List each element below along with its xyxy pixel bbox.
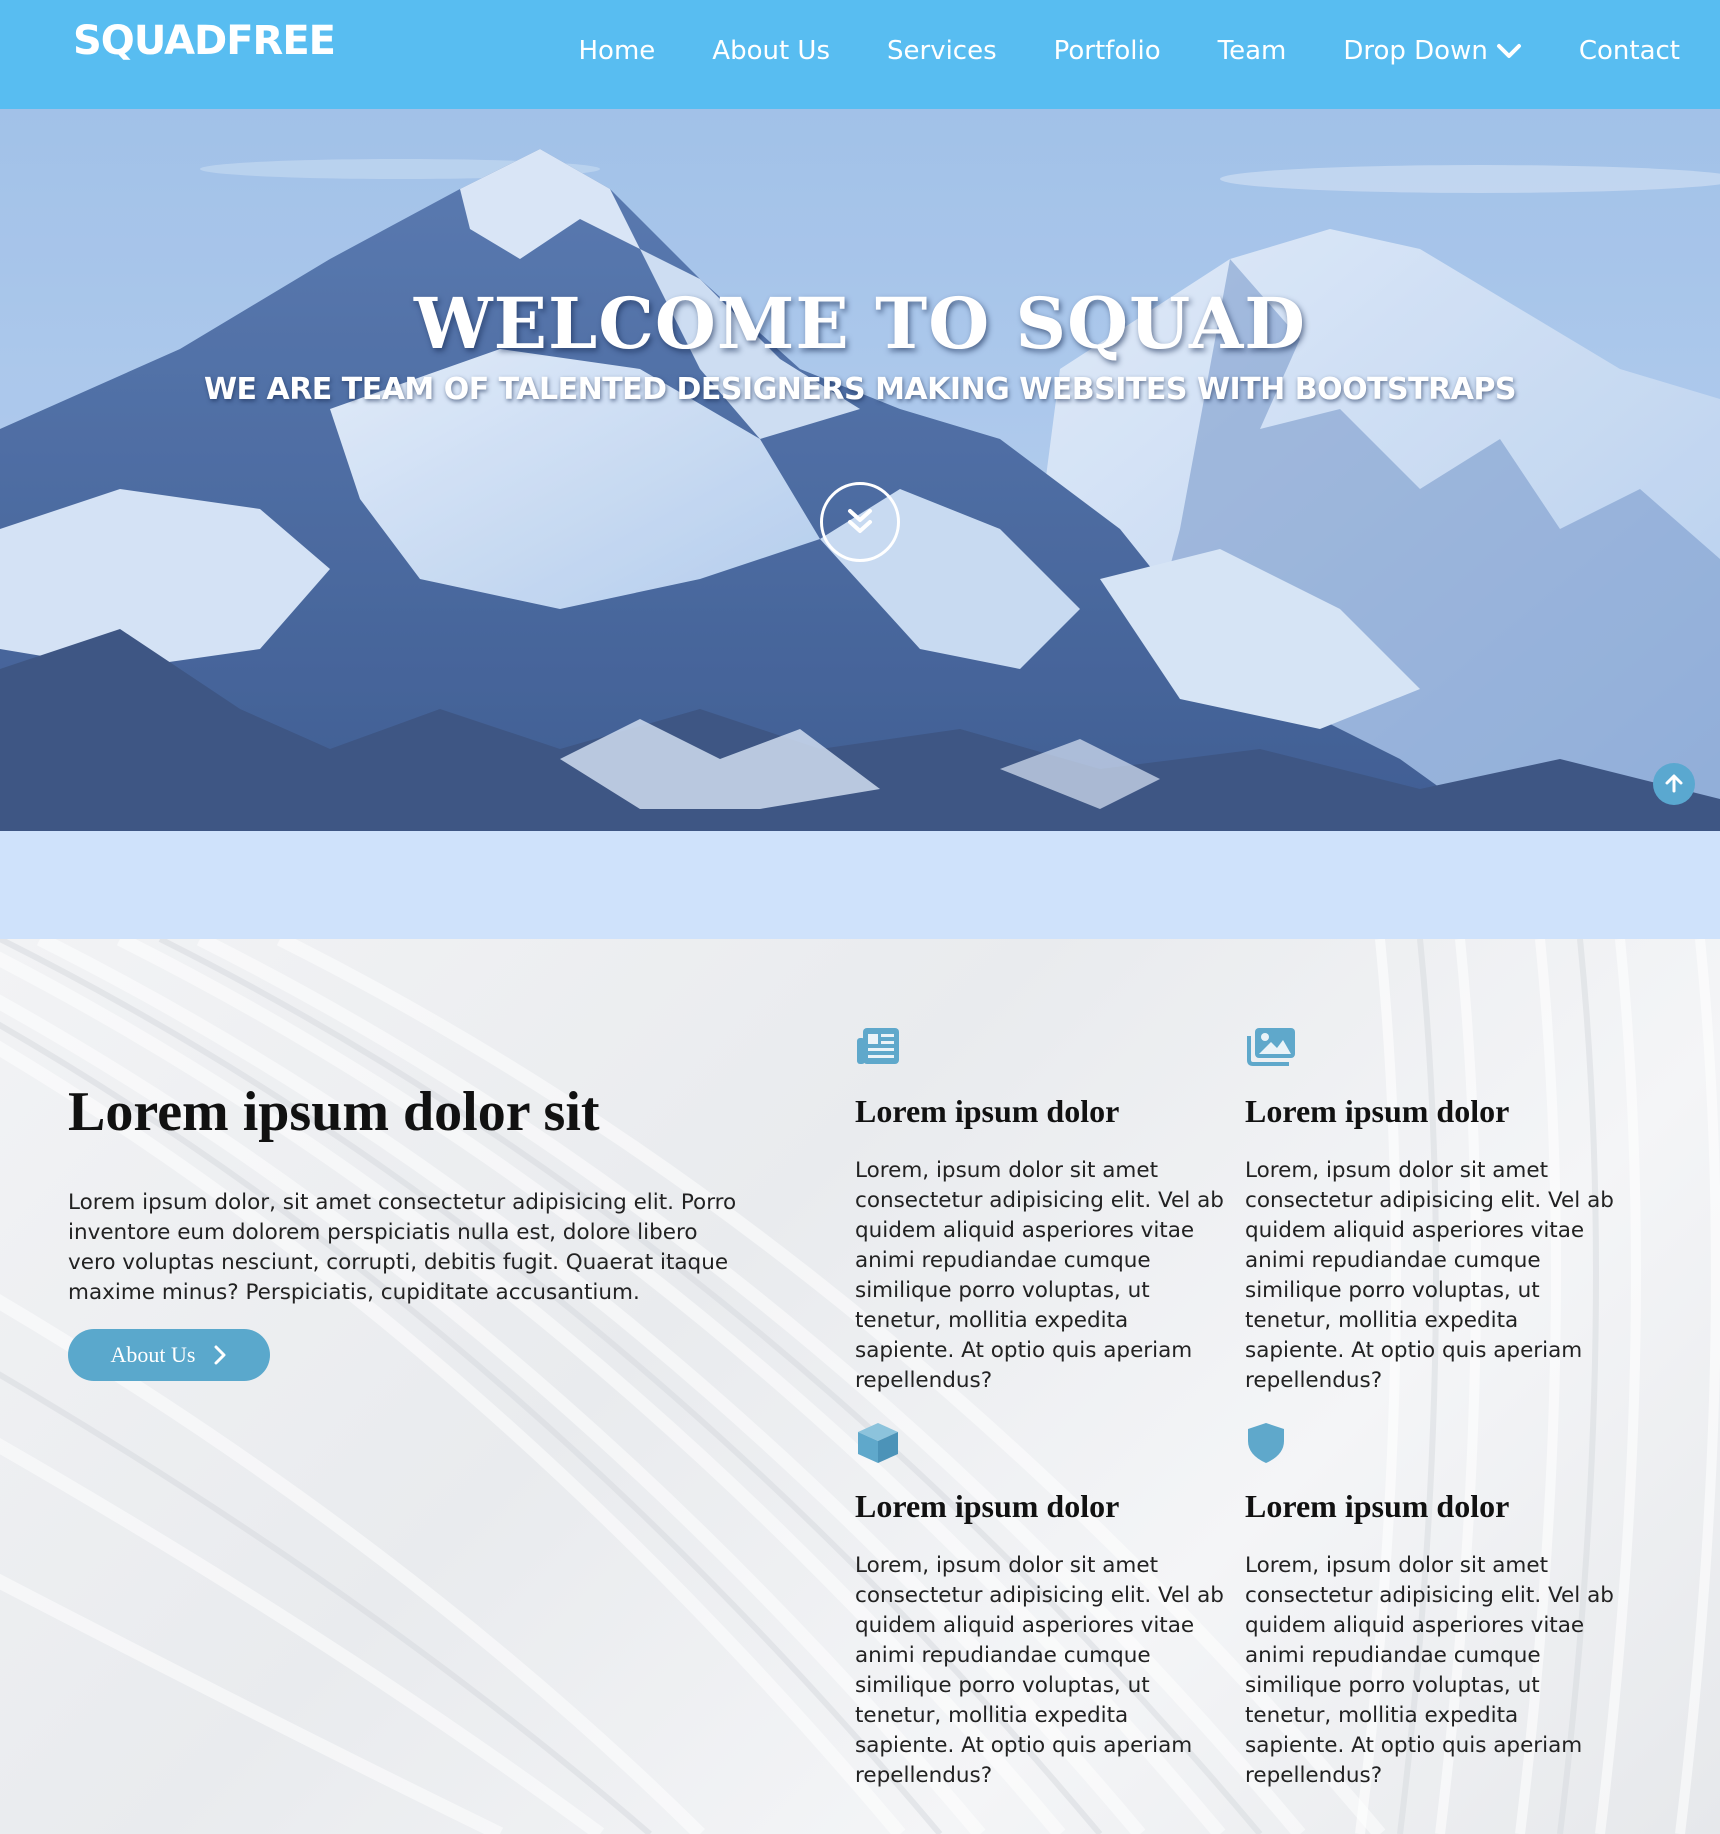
back-to-top-button[interactable] bbox=[1653, 763, 1695, 805]
nav-item-drop-down-label: Drop Down bbox=[1343, 36, 1488, 66]
nav-item-drop-down[interactable]: Drop Down bbox=[1343, 36, 1522, 66]
brand-logo[interactable]: SQUADFREE bbox=[73, 18, 336, 64]
chevron-down-icon bbox=[1496, 44, 1521, 58]
separator-band bbox=[0, 831, 1720, 939]
mountain-background-image bbox=[0, 109, 1720, 831]
feature-card-title: Lorem ipsum dolor bbox=[855, 1093, 1120, 1129]
arrow-up-icon bbox=[1665, 774, 1683, 793]
nav-item-about-us[interactable]: About Us bbox=[712, 36, 830, 66]
about-us-button[interactable]: About Us bbox=[68, 1329, 270, 1381]
feature-card-text: Lorem, ipsum dolor sit amet consectetur … bbox=[855, 1553, 1224, 1788]
hero-subtitle: WE ARE TEAM OF TALENTED DESIGNERS MAKING… bbox=[203, 372, 1517, 407]
hero-section: WELCOME TO SQUAD WE ARE TEAM OF TALENTED… bbox=[0, 109, 1720, 831]
feature-card-text: Lorem, ipsum dolor sit amet consectetur … bbox=[855, 1158, 1224, 1393]
nav-item-contact[interactable]: Contact bbox=[1579, 36, 1680, 66]
feature-card-title: Lorem ipsum dolor bbox=[1245, 1488, 1510, 1524]
newspaper-icon bbox=[857, 1028, 899, 1064]
shield-icon bbox=[1248, 1423, 1284, 1463]
intro-text: Lorem ipsum dolor, sit amet consectetur … bbox=[68, 1190, 737, 1305]
nav-item-portfolio[interactable]: Portfolio bbox=[1054, 36, 1161, 66]
scroll-down-button[interactable] bbox=[820, 482, 900, 562]
nav-menu: Home About Us Services Portfolio Team Dr… bbox=[579, 36, 1681, 66]
cube-icon bbox=[858, 1423, 898, 1463]
hero-title: WELCOME TO SQUAD bbox=[414, 282, 1306, 365]
navbar: SQUADFREE Home About Us Services Portfol… bbox=[0, 0, 1720, 109]
nav-item-services[interactable]: Services bbox=[887, 36, 997, 66]
feature-card-title: Lorem ipsum dolor bbox=[1245, 1093, 1510, 1129]
feature-card-text: Lorem, ipsum dolor sit amet consectetur … bbox=[1245, 1158, 1614, 1393]
about-us-button-label: About Us bbox=[110, 1342, 196, 1367]
nav-item-home[interactable]: Home bbox=[579, 36, 656, 66]
chevron-right-icon bbox=[214, 1345, 226, 1365]
feature-card-title: Lorem ipsum dolor bbox=[855, 1488, 1120, 1524]
nav-item-team[interactable]: Team bbox=[1218, 36, 1287, 66]
feature-card-text: Lorem, ipsum dolor sit amet consectetur … bbox=[1245, 1553, 1614, 1788]
intro-title: Lorem ipsum dolor sit bbox=[68, 1081, 600, 1143]
double-chevron-down-icon bbox=[848, 509, 872, 533]
features-section: Lorem ipsum dolor sit Lorem ipsum dolor,… bbox=[0, 939, 1720, 1834]
images-icon bbox=[1247, 1028, 1295, 1066]
